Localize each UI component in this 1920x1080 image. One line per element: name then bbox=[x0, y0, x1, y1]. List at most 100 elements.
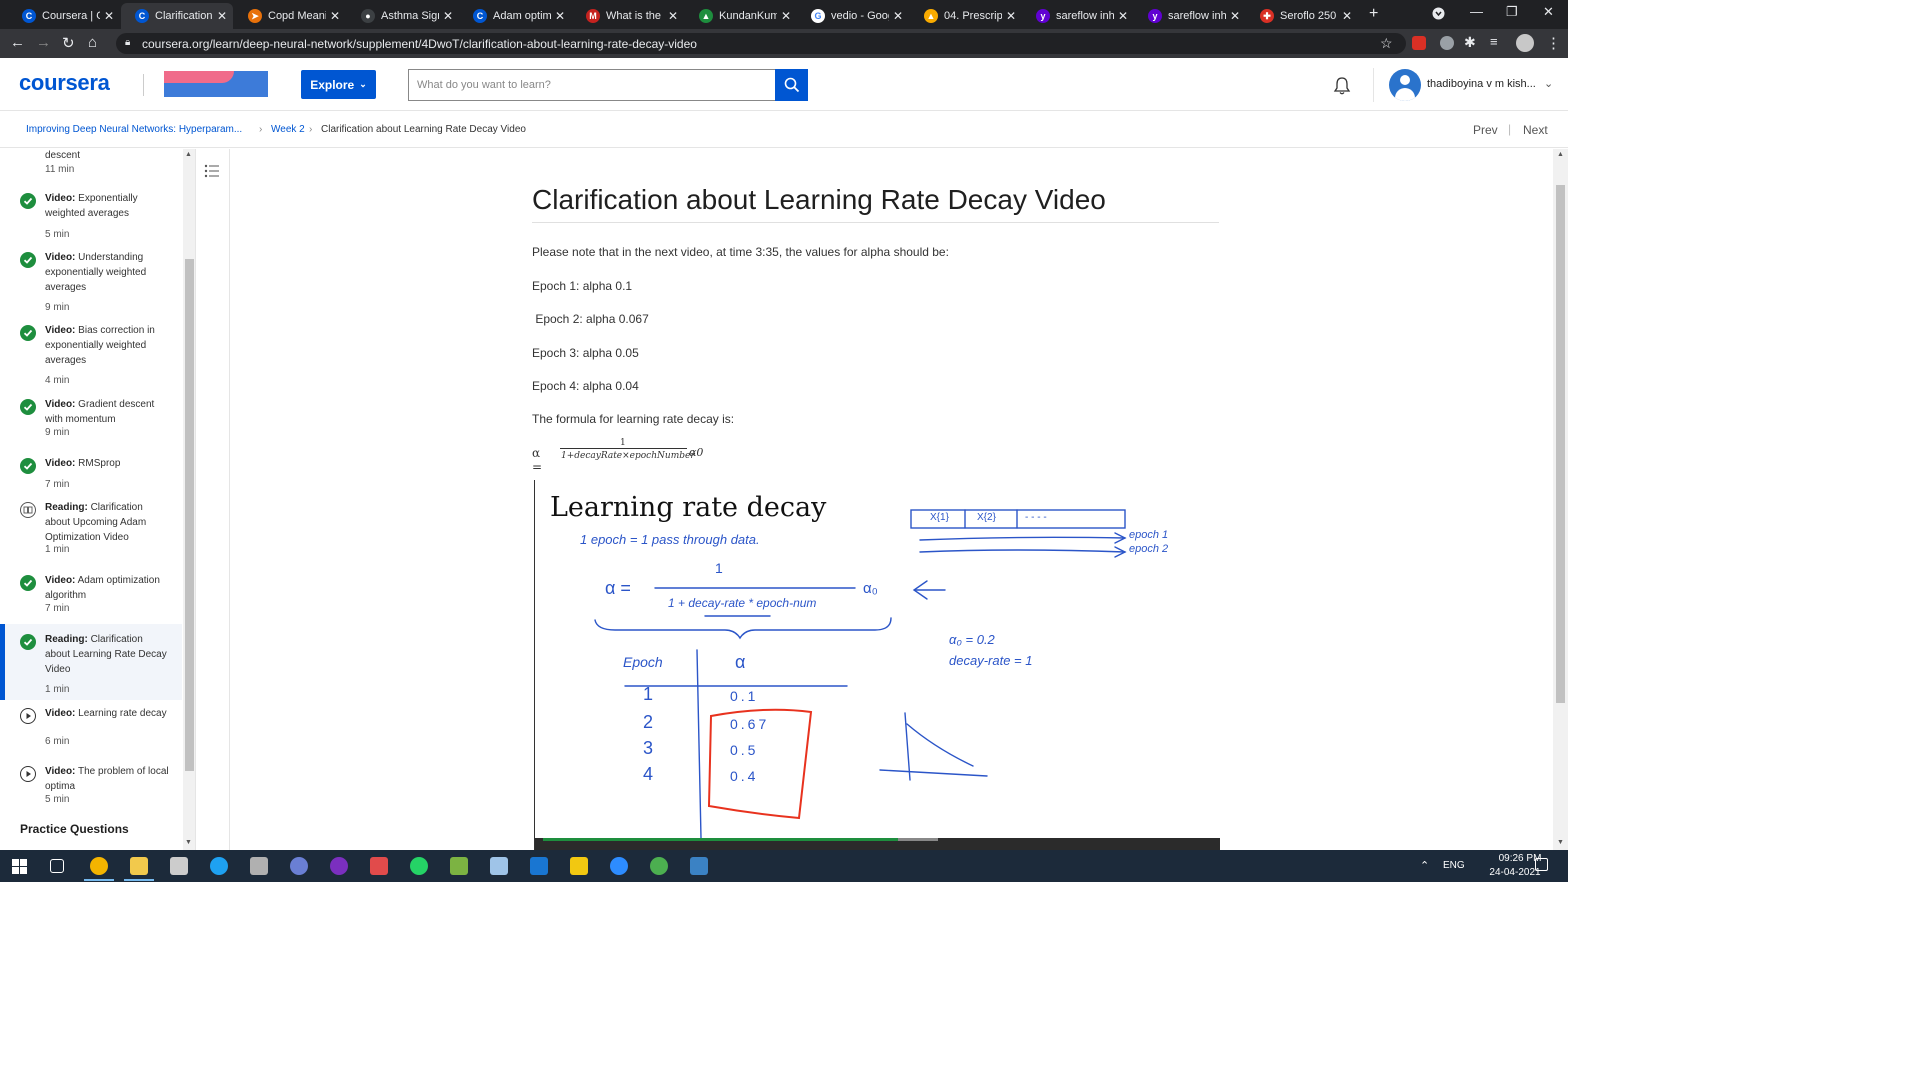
scroll-up-icon[interactable]: ▲ bbox=[185, 151, 192, 158]
sidebar-item[interactable]: Video: Exponentially weighted averages 5 … bbox=[0, 183, 182, 245]
browser-tab[interactable]: C Coursera | Online ✕ bbox=[8, 3, 120, 29]
coursera-icon: C bbox=[473, 9, 487, 23]
sidebar-item[interactable]: Video: Gradient descent with momentum 9 m… bbox=[0, 389, 182, 443]
browser-tab[interactable]: ✚ Seroflo 250 In ✕ bbox=[1246, 3, 1358, 29]
new-tab-icon[interactable]: + bbox=[1369, 5, 1378, 23]
close-tab-icon[interactable]: ✕ bbox=[1230, 9, 1240, 23]
lecture-slide-image[interactable]: Learning rate decay 1 epoch = 1 pass thr… bbox=[534, 480, 1220, 850]
scroll-down-icon[interactable]: ▼ bbox=[1557, 839, 1564, 846]
video-progress-bar[interactable] bbox=[535, 838, 1220, 850]
app-red-icon[interactable] bbox=[370, 857, 388, 875]
close-tab-icon[interactable]: ✕ bbox=[893, 9, 903, 23]
close-tab-icon[interactable]: ✕ bbox=[330, 9, 340, 23]
minimize-icon[interactable]: — bbox=[1470, 4, 1483, 19]
search-input[interactable]: What do you want to learn? bbox=[408, 69, 776, 101]
browser-tab[interactable]: M What is the fac ✕ bbox=[572, 3, 684, 29]
address-bar[interactable]: 🔒︎ coursera.org/learn/deep-neural-networ… bbox=[116, 33, 1406, 54]
search-button[interactable] bbox=[775, 69, 808, 101]
browser-tab[interactable]: ➤ Copd Meaning ✕ bbox=[234, 3, 346, 29]
extensions-puzzle-icon[interactable]: ✱ bbox=[1464, 34, 1476, 51]
chrome-menu-icon[interactable]: ⋮ bbox=[1546, 34, 1561, 52]
task-view-icon[interactable] bbox=[50, 859, 64, 873]
browser-tab[interactable]: ● Asthma Signs ✕ bbox=[347, 3, 459, 29]
sidebar-item[interactable]: Video: Adam optimization algorithm 7 min bbox=[0, 565, 182, 619]
chrome-icon[interactable] bbox=[90, 857, 108, 875]
media-control-icon[interactable]: ≡ bbox=[1490, 34, 1498, 49]
close-tab-icon[interactable]: ✕ bbox=[104, 9, 114, 23]
whatsapp-icon[interactable] bbox=[410, 857, 428, 875]
browser-tab[interactable]: ▲ 04. Prescriptio ✕ bbox=[910, 3, 1022, 29]
app-blue-icon[interactable] bbox=[530, 857, 548, 875]
close-tab-icon[interactable]: ✕ bbox=[668, 9, 678, 23]
sidebar-item[interactable]: Video: The problem of local optima 5 min bbox=[0, 756, 182, 810]
explore-button[interactable]: Explore ⌄ bbox=[301, 70, 376, 99]
file-explorer-icon[interactable] bbox=[130, 857, 148, 875]
sidebar-item[interactable]: Video: Understanding exponentially weigh… bbox=[0, 242, 182, 318]
main-scrollbar[interactable]: ▲ ▼ bbox=[1553, 149, 1568, 850]
edge-icon[interactable] bbox=[210, 857, 228, 875]
close-tab-icon[interactable]: ✕ bbox=[217, 9, 227, 23]
app-icon[interactable] bbox=[250, 857, 268, 875]
app-purple-icon[interactable] bbox=[330, 857, 348, 875]
sidebar-item[interactable]: Reading: Clarification about Learning Ra… bbox=[0, 624, 182, 700]
user-menu-chevron-icon[interactable]: ⌄ bbox=[1544, 77, 1553, 90]
prev-button[interactable]: Prev bbox=[1473, 123, 1498, 137]
browser-tab[interactable]: C Adam optimiz ✕ bbox=[459, 3, 571, 29]
zoom-icon[interactable] bbox=[610, 857, 628, 875]
pocket-extension-icon[interactable] bbox=[1412, 36, 1426, 50]
browser-tab[interactable]: Gvedio - Google ✕ bbox=[797, 3, 909, 29]
app-green-ring-icon[interactable] bbox=[650, 857, 668, 875]
breadcrumb-week[interactable]: Week 2 bbox=[271, 124, 305, 135]
sidebar-item-partial[interactable]: descent 11 min bbox=[0, 149, 182, 179]
browser-tab[interactable]: y sareflow inher ✕ bbox=[1022, 3, 1134, 29]
sidebar-item[interactable]: Video: Bias correction in exponentially … bbox=[0, 315, 182, 391]
video-progress-fill bbox=[543, 838, 898, 841]
profile-menu-icon[interactable] bbox=[1432, 7, 1445, 23]
sidebar-scrollbar-thumb[interactable] bbox=[185, 259, 194, 771]
windows-start-icon[interactable] bbox=[12, 859, 27, 879]
home-icon[interactable]: ⌂ bbox=[88, 34, 97, 51]
browser-tab[interactable]: ▲ KundanKuma ✕ bbox=[685, 3, 797, 29]
scroll-down-icon[interactable]: ▼ bbox=[185, 839, 192, 846]
close-window-icon[interactable]: ✕ bbox=[1543, 4, 1554, 20]
browser-tab[interactable]: y sareflow inhal ✕ bbox=[1134, 3, 1246, 29]
profile-avatar-icon[interactable] bbox=[1516, 34, 1534, 52]
main-scrollbar-thumb[interactable] bbox=[1556, 185, 1565, 703]
partner-banner[interactable] bbox=[164, 71, 268, 97]
tray-chevron-up-icon[interactable]: ⌃ bbox=[1420, 859, 1429, 872]
notifications-bell-icon[interactable] bbox=[1332, 76, 1352, 101]
photos-icon[interactable] bbox=[690, 857, 708, 875]
sidebar-item[interactable]: Reading: Clarification about Upcoming Ad… bbox=[0, 492, 182, 560]
input-language[interactable]: ENG bbox=[1443, 860, 1465, 871]
scroll-up-icon[interactable]: ▲ bbox=[1557, 151, 1564, 158]
user-name[interactable]: thadiboyina v m kish... bbox=[1427, 78, 1536, 90]
r-icon[interactable] bbox=[290, 857, 308, 875]
sidebar-item[interactable]: Video: Learning rate decay 6 min bbox=[0, 698, 182, 752]
close-tab-icon[interactable]: ✕ bbox=[1006, 9, 1016, 23]
notification-center-icon[interactable] bbox=[1535, 858, 1548, 871]
power-bi-icon[interactable] bbox=[570, 857, 588, 875]
next-button[interactable]: Next bbox=[1523, 123, 1548, 137]
vlc-icon[interactable] bbox=[450, 857, 468, 875]
practice-questions-heading[interactable]: Practice Questions bbox=[20, 822, 129, 836]
coursera-logo[interactable]: coursera bbox=[19, 70, 110, 96]
sidebar-item[interactable]: Video: RMSprop 7 min bbox=[0, 448, 182, 495]
app-snow-icon[interactable] bbox=[490, 857, 508, 875]
outline-list-icon[interactable] bbox=[204, 163, 220, 184]
back-icon[interactable]: ← bbox=[10, 34, 25, 51]
avatar[interactable] bbox=[1389, 69, 1421, 101]
forward-icon[interactable]: → bbox=[36, 34, 51, 51]
bookmark-star-icon[interactable]: ☆ bbox=[1380, 35, 1393, 52]
close-tab-icon[interactable]: ✕ bbox=[1118, 9, 1128, 23]
extension-circle-icon[interactable] bbox=[1440, 36, 1454, 50]
settings-icon[interactable] bbox=[170, 857, 188, 875]
close-tab-icon[interactable]: ✕ bbox=[1342, 9, 1352, 23]
reload-icon[interactable]: ↻ bbox=[62, 34, 75, 52]
close-tab-icon[interactable]: ✕ bbox=[555, 9, 565, 23]
breadcrumb-course[interactable]: Improving Deep Neural Networks: Hyperpar… bbox=[26, 124, 242, 135]
close-tab-icon[interactable]: ✕ bbox=[781, 9, 791, 23]
circle-icon: ● bbox=[361, 9, 375, 23]
restore-icon[interactable]: ❐ bbox=[1506, 4, 1518, 20]
browser-tab[interactable]: C Clarification ab ✕ bbox=[121, 3, 233, 29]
close-tab-icon[interactable]: ✕ bbox=[443, 9, 453, 23]
